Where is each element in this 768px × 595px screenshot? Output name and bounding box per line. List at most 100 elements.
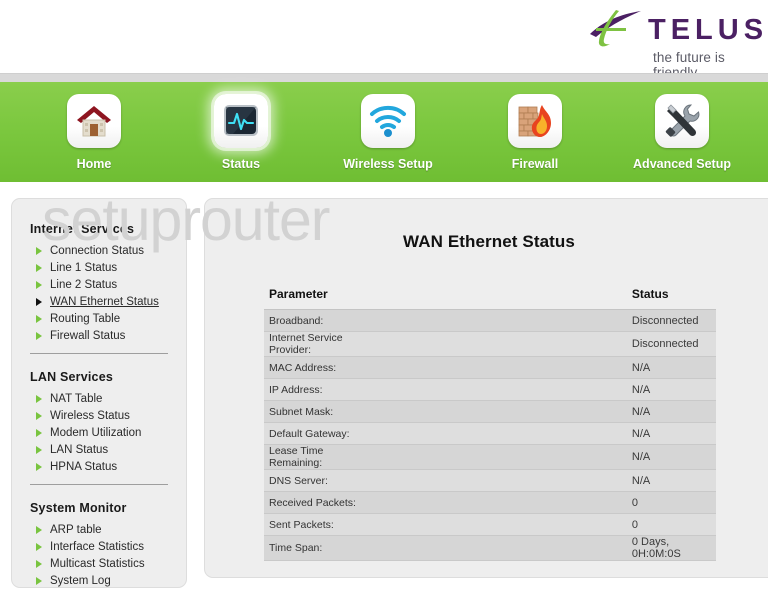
row-status: N/A xyxy=(373,422,716,445)
nav-top-strip xyxy=(0,73,768,82)
bullet-arrow-icon xyxy=(36,577,42,585)
row-parameter: DNS Server: xyxy=(264,469,374,492)
sidebar-item-label: Multicast Statistics xyxy=(50,558,145,570)
sidebar-divider xyxy=(30,353,168,354)
bullet-arrow-icon xyxy=(36,560,42,568)
nav-label: Home xyxy=(76,157,112,171)
table-row: DNS Server: N/A xyxy=(264,469,716,492)
sidebar-item-label: ARP table xyxy=(50,524,102,536)
bullet-arrow-icon xyxy=(36,315,42,323)
row-status: N/A xyxy=(373,378,716,401)
sidebar-item-nat-table[interactable]: NAT Table xyxy=(12,391,186,408)
sidebar-item-wireless-status[interactable]: Wireless Status xyxy=(12,408,186,425)
table-row: Internet Service Provider: Disconnected xyxy=(264,331,716,357)
nav-item-firewall[interactable]: Firewall xyxy=(475,94,595,180)
table-header-row: Parameter Status xyxy=(264,285,716,310)
table-row: Time Span: 0 Days, 0H:0M:0S xyxy=(264,535,716,561)
nav-label: Firewall xyxy=(511,157,559,171)
wifi-icon xyxy=(361,94,415,148)
telus-logo: TELUS the future is friendly xyxy=(578,6,768,80)
row-parameter: Subnet Mask: xyxy=(264,400,374,423)
table-row: MAC Address: N/A xyxy=(264,356,716,379)
tools-icon xyxy=(655,94,709,148)
bullet-arrow-icon xyxy=(36,463,42,471)
sidebar-item-label: NAT Table xyxy=(50,393,103,405)
bullet-arrow-icon xyxy=(36,395,42,403)
sidebar-item-system-log[interactable]: System Log xyxy=(12,573,186,590)
sidebar-group-lan-services: NAT Table Wireless Status Modem Utilizat… xyxy=(12,391,186,476)
row-status: N/A xyxy=(373,356,716,379)
sidebar-item-arp-table[interactable]: ARP table xyxy=(12,522,186,539)
sidebar-item-multicast-statistics[interactable]: Multicast Statistics xyxy=(12,556,186,573)
sidebar-item-label: Wireless Status xyxy=(50,410,130,422)
sidebar-item-label: System Log xyxy=(50,575,111,587)
row-parameter: Default Gateway: xyxy=(264,422,374,445)
sidebar-item-label: Routing Table xyxy=(50,313,121,325)
telus-swoosh-icon xyxy=(590,10,641,47)
sidebar-group-system-monitor: ARP table Interface Statistics Multicast… xyxy=(12,522,186,590)
sidebar-item-wan-ethernet-status[interactable]: WAN Ethernet Status xyxy=(12,294,186,311)
table-row: IP Address: N/A xyxy=(264,378,716,401)
page-header: TELUS the future is friendly xyxy=(0,0,768,80)
sidebar-item-interface-statistics[interactable]: Interface Statistics xyxy=(12,539,186,556)
row-status: 0 Days, 0H:0M:0S xyxy=(373,535,716,561)
sidebar-panel: Internet Services Connection Status Line… xyxy=(11,198,187,588)
row-status: N/A xyxy=(373,400,716,423)
sidebar-item-line-1-status[interactable]: Line 1 Status xyxy=(12,260,186,277)
sidebar-item-label: LAN Status xyxy=(50,444,109,456)
row-parameter: IP Address: xyxy=(264,378,374,401)
bullet-arrow-icon xyxy=(36,281,42,289)
bullet-arrow-icon xyxy=(36,332,42,340)
sidebar-item-label: Line 2 Status xyxy=(50,279,118,291)
sidebar-item-lan-status[interactable]: LAN Status xyxy=(12,442,186,459)
nav-item-advanced-setup[interactable]: Advanced Setup xyxy=(622,94,742,180)
nav-item-status[interactable]: Status xyxy=(181,94,301,180)
bullet-arrow-icon xyxy=(36,412,42,420)
wan-status-table: Parameter Status Broadband: Disconnected… xyxy=(264,285,716,561)
sidebar-group-title: System Monitor xyxy=(30,501,127,515)
home-icon xyxy=(67,94,121,148)
bullet-arrow-icon xyxy=(36,298,42,306)
sidebar-item-hpna-status[interactable]: HPNA Status xyxy=(12,459,186,476)
sidebar-item-firewall-status[interactable]: Firewall Status xyxy=(12,328,186,345)
bullet-arrow-icon xyxy=(36,526,42,534)
row-parameter: MAC Address: xyxy=(264,356,374,379)
telus-wordmark: TELUS xyxy=(648,14,768,46)
sidebar-item-line-2-status[interactable]: Line 2 Status xyxy=(12,277,186,294)
sidebar-item-routing-table[interactable]: Routing Table xyxy=(12,311,186,328)
row-parameter: Broadband: xyxy=(264,309,374,332)
row-parameter: Received Packets: xyxy=(264,491,374,514)
table-row: Default Gateway: N/A xyxy=(264,422,716,445)
table-row: Received Packets: 0 xyxy=(264,491,716,514)
nav-item-home[interactable]: Home xyxy=(34,94,154,180)
sidebar-item-label: HPNA Status xyxy=(50,461,118,473)
sidebar-item-label: Line 1 Status xyxy=(50,262,118,274)
row-status: 0 xyxy=(373,513,716,536)
row-status: N/A xyxy=(373,469,716,492)
table-row: Sent Packets: 0 xyxy=(264,513,716,536)
sidebar-item-label: Firewall Status xyxy=(50,330,126,342)
content-panel: WAN Ethernet Status Parameter Status Bro… xyxy=(204,198,768,578)
column-header-status: Status xyxy=(373,285,716,310)
nav-bottom-strip xyxy=(0,182,768,186)
sidebar-item-label: Interface Statistics xyxy=(50,541,144,553)
bullet-arrow-icon xyxy=(36,543,42,551)
row-status: 0 xyxy=(373,491,716,514)
nav-label: Wireless Setup xyxy=(343,157,433,171)
sidebar-item-label: Connection Status xyxy=(50,245,144,257)
row-parameter: Time Span: xyxy=(264,535,374,561)
column-header-parameter: Parameter xyxy=(264,285,374,310)
sidebar-group-internet-services: Connection Status Line 1 Status Line 2 S… xyxy=(12,243,186,345)
sidebar-item-modem-utilization[interactable]: Modem Utilization xyxy=(12,425,186,442)
page-title: WAN Ethernet Status xyxy=(403,232,575,251)
sidebar-item-label: Modem Utilization xyxy=(50,427,142,439)
row-parameter: Sent Packets: xyxy=(264,513,374,536)
row-parameter: Internet Service Provider: xyxy=(264,331,374,357)
bullet-arrow-icon xyxy=(36,429,42,437)
sidebar-group-title: LAN Services xyxy=(30,370,113,384)
sidebar-item-label: WAN Ethernet Status xyxy=(50,296,159,308)
nav-item-wireless-setup[interactable]: Wireless Setup xyxy=(328,94,448,180)
sidebar-divider xyxy=(30,484,168,485)
sidebar-item-connection-status[interactable]: Connection Status xyxy=(12,243,186,260)
bullet-arrow-icon xyxy=(36,446,42,454)
